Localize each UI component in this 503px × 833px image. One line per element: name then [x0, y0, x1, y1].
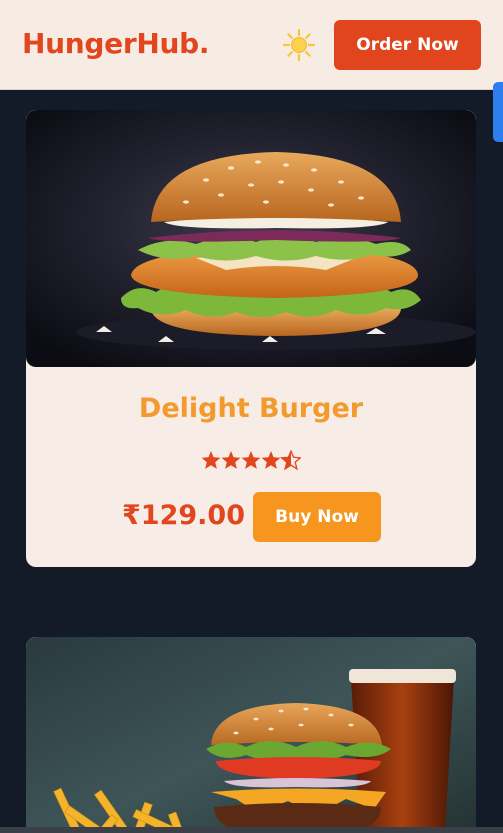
rating-stars [201, 450, 301, 471]
star-icon [201, 451, 281, 469]
sun-icon[interactable] [282, 28, 316, 62]
buy-now-button[interactable]: Buy Now [253, 492, 381, 542]
product-card [26, 637, 476, 833]
product-price: ₹129.00 [122, 500, 245, 531]
bottom-edge [0, 827, 503, 833]
top-header: HungerHub. Order Now [0, 0, 503, 90]
burger-image [26, 110, 476, 367]
half-star-icon [279, 450, 301, 471]
scrollbar-thumb[interactable] [493, 82, 503, 142]
product-card: Delight Burger ₹129.00 Buy Now [26, 110, 476, 567]
brand-logo[interactable]: HungerHub. [22, 27, 210, 60]
order-now-button[interactable]: Order Now [334, 20, 481, 70]
burger-fries-drink-image [26, 637, 476, 833]
product-title: Delight Burger [138, 393, 364, 424]
